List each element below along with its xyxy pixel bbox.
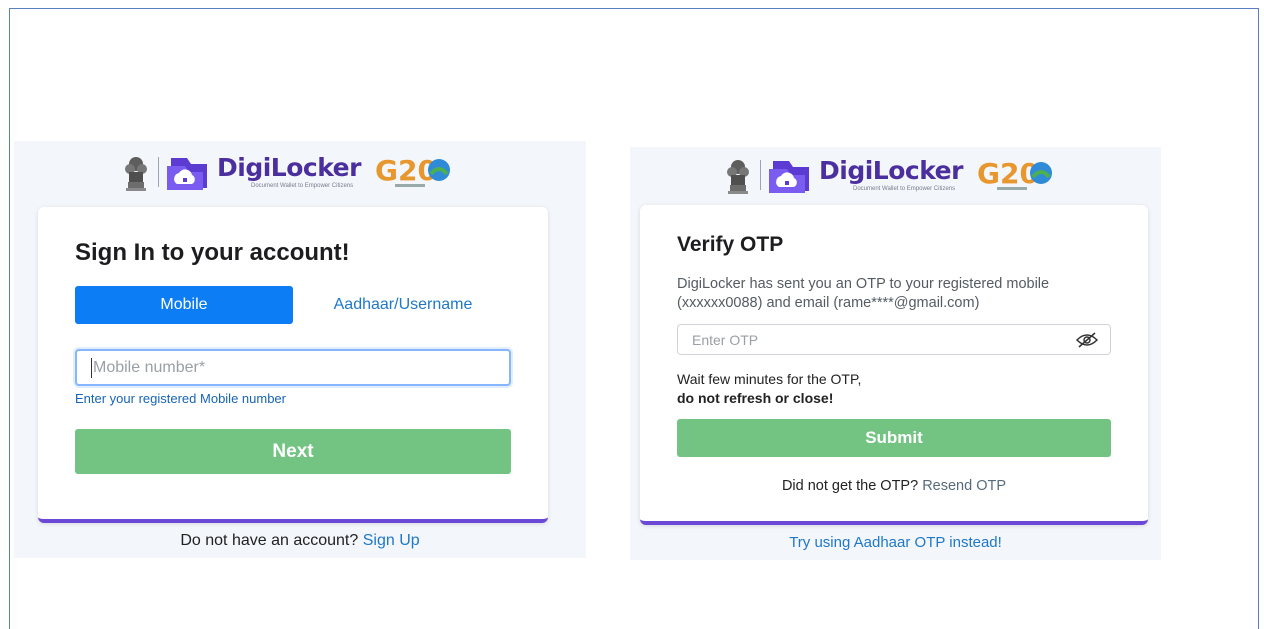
brand-block: DigiLocker Document Wallet to Empower Ci… xyxy=(217,154,361,190)
otp-placeholder: Enter OTP xyxy=(692,331,759,348)
g20-logo-text: G20 xyxy=(375,154,437,187)
tab-aadhaar-username[interactable]: Aadhaar/Username xyxy=(323,286,483,324)
page-title: Verify OTP xyxy=(677,233,784,256)
signin-card: Sign In to your account! Mobile Aadhaar/… xyxy=(38,207,548,523)
signin-panel: DigiLocker Document Wallet to Empower Ci… xyxy=(14,141,586,558)
submit-button[interactable]: Submit xyxy=(677,419,1111,457)
not-received-text: Did not get the OTP? xyxy=(781,478,919,494)
mobile-hint: Enter your registered Mobile number xyxy=(75,391,286,406)
eye-slash-icon[interactable] xyxy=(1075,331,1099,348)
aadhaar-otp-link[interactable]: Try using Aadhaar OTP instead! xyxy=(630,534,1161,551)
next-button[interactable]: Next xyxy=(75,429,511,474)
digilocker-logo-icon xyxy=(769,157,813,193)
g20-logo-icon: G20 xyxy=(977,155,1057,195)
mobile-placeholder: Mobile number* xyxy=(93,358,206,376)
tab-mobile[interactable]: Mobile xyxy=(75,286,293,324)
mobile-number-input[interactable]: Mobile number* xyxy=(75,349,511,386)
brand-tagline: Document Wallet to Empower Citizens xyxy=(853,186,956,192)
page-title: Sign In to your account! xyxy=(75,239,350,266)
signup-prompt: Do not have an account? Sign Up xyxy=(14,532,586,550)
otp-wait-message: Wait few minutes for the OTP, do not ref… xyxy=(677,370,861,408)
brand-name: DigiLocker xyxy=(217,153,361,182)
otp-card: Verify OTP DigiLocker has sent you an OT… xyxy=(640,205,1148,525)
signup-link[interactable]: Sign Up xyxy=(363,532,420,549)
national-emblem-icon xyxy=(122,152,150,192)
wait-warning: do not refresh or close! xyxy=(677,390,834,406)
otp-input[interactable]: Enter OTP xyxy=(677,324,1111,355)
otp-panel: DigiLocker Document Wallet to Empower Ci… xyxy=(630,147,1161,560)
logo-separator xyxy=(760,160,761,190)
header-logos: DigiLocker Document Wallet to Empower Ci… xyxy=(724,153,1057,197)
no-account-text: Do not have an account? xyxy=(180,532,359,549)
wait-text: Wait few minutes for the OTP, xyxy=(677,371,862,387)
digilocker-logo-icon xyxy=(167,154,211,190)
g20-logo-text: G20 xyxy=(977,157,1039,190)
national-emblem-icon xyxy=(724,155,752,195)
resend-otp-link[interactable]: Resend OTP xyxy=(922,478,1006,494)
brand-name: DigiLocker xyxy=(819,156,963,185)
text-caret xyxy=(91,357,92,378)
otp-description: DigiLocker has sent you an OTP to your r… xyxy=(677,276,1050,311)
resend-prompt: Did not get the OTP? Resend OTP xyxy=(640,478,1148,494)
g20-logo-icon: G20 xyxy=(375,152,455,192)
brand-tagline: Document Wallet to Empower Citizens xyxy=(251,183,354,189)
logo-separator xyxy=(158,157,159,187)
header-logos: DigiLocker Document Wallet to Empower Ci… xyxy=(122,149,455,195)
brand-block: DigiLocker Document Wallet to Empower Ci… xyxy=(819,157,963,193)
